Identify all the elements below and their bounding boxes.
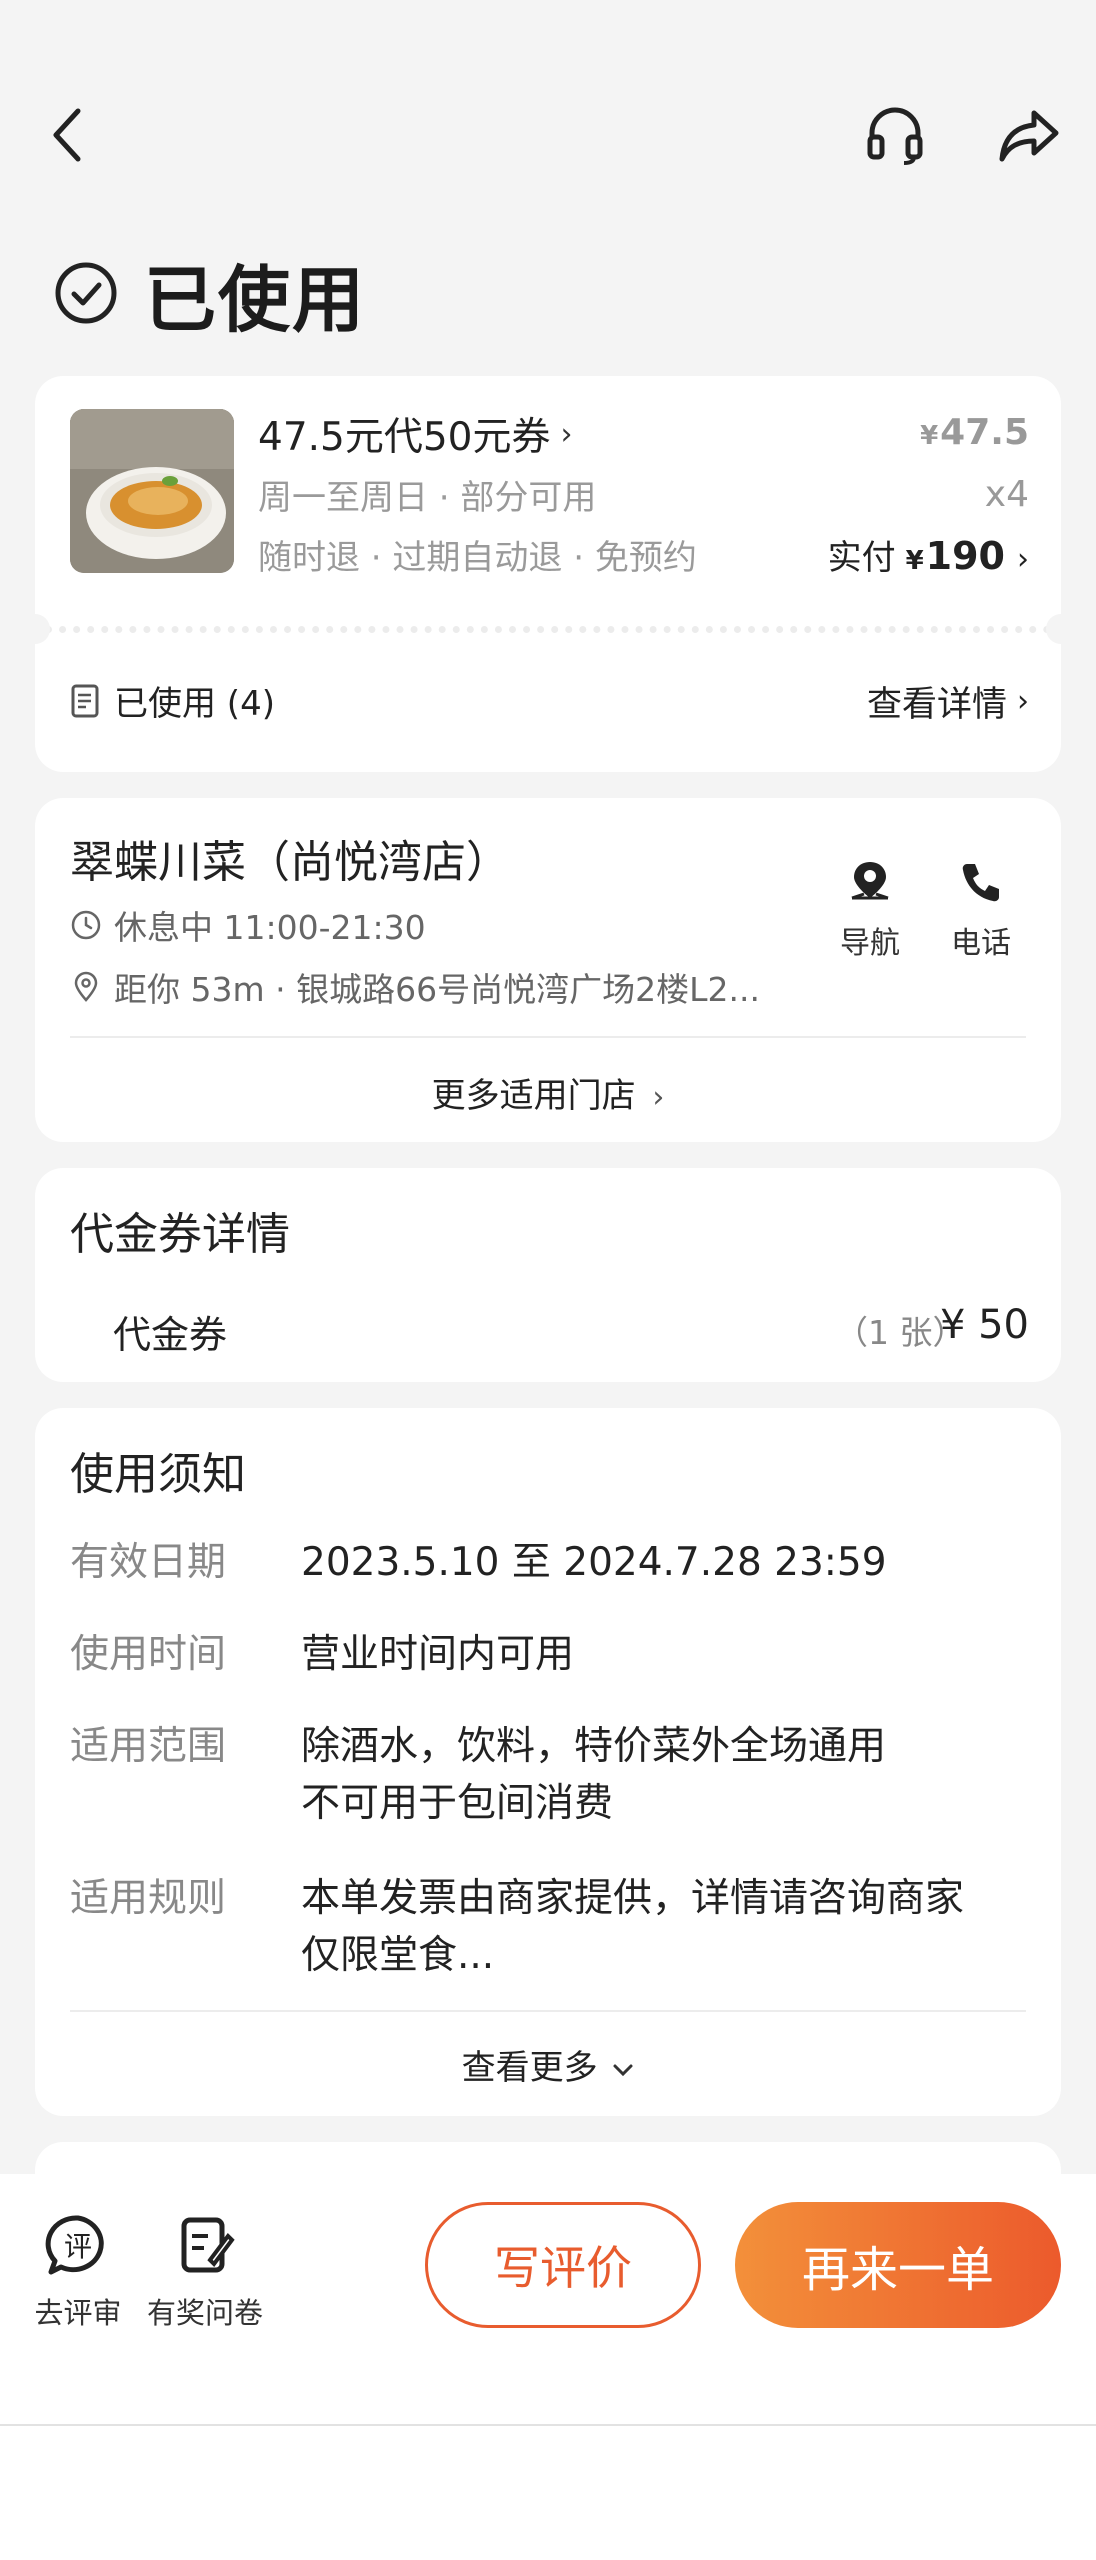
svg-text:评: 评 — [64, 2230, 92, 2263]
bottom-safe-area — [0, 2426, 1096, 2560]
paid-label: 实付 — [827, 538, 896, 578]
ticket-notch — [20, 614, 50, 644]
share-icon[interactable] — [996, 101, 1062, 167]
chevron-right-icon: › — [652, 1080, 665, 1115]
coupon-detail-card: 代金券详情 代金券 （1 张） ¥ 50 — [35, 1168, 1061, 1382]
review-entry-label: 去评审 — [34, 2296, 122, 2330]
notice-value: 不可用于包间消费 — [301, 1781, 614, 1826]
divider — [70, 1036, 1026, 1038]
price-currency: ¥ — [920, 421, 939, 451]
notice-label: 适用规则 — [70, 1876, 227, 1921]
top-bar — [0, 95, 1096, 175]
navigate-label: 导航 — [840, 926, 900, 961]
location-pin-icon — [74, 971, 98, 1002]
back-icon[interactable] — [48, 103, 88, 167]
status-title: 已使用 — [144, 257, 367, 342]
see-more-button[interactable]: 查看更多 — [35, 2040, 1061, 2089]
notice-label: 有效日期 — [70, 1540, 227, 1585]
survey-edit-icon — [181, 2217, 235, 2273]
survey-entry[interactable]: 有奖问卷 — [145, 2214, 265, 2332]
notice-value: 除酒水，饮料，特价菜外全场通用 — [301, 1724, 887, 1769]
document-icon — [71, 684, 99, 717]
chevron-right-icon: › — [1017, 542, 1029, 577]
notice-value: 2023.5.10 至 2024.7.28 23:59 — [301, 1540, 887, 1585]
section-title: 代金券详情 — [70, 1209, 290, 1260]
store-hours-text: 休息中 11:00-21:30 — [114, 908, 426, 947]
call-label: 电话 — [951, 926, 1011, 961]
chevron-right-icon: › — [1017, 684, 1029, 719]
check-circle-icon — [55, 262, 117, 324]
survey-entry-label: 有奖问卷 — [146, 2296, 263, 2330]
navigate-button[interactable]: 导航 — [820, 858, 920, 962]
navigation-icon — [851, 862, 889, 900]
write-review-button[interactable]: 写评价 — [425, 2202, 701, 2328]
store-address-text: 距你 53m · 银城路66号尚悦湾广场2楼L2... — [114, 970, 760, 1009]
bottom-action-bar: 评 去评审 有奖问卷 写评价 再来一单 — [0, 2174, 1096, 2424]
chevron-right-icon: › — [560, 416, 573, 452]
more-stores-label: 更多适用门店 — [431, 1076, 636, 1116]
notice-label: 使用时间 — [70, 1632, 227, 1677]
paid-value: 190 — [925, 534, 1005, 578]
chevron-down-icon — [613, 2064, 633, 2076]
store-card: 翠蝶川菜（尚悦湾店） 休息中 11:00-21:30 距你 53m · 银城路6… — [35, 798, 1061, 1142]
price-value: 47.5 — [940, 412, 1029, 453]
see-more-label: 查看更多 — [461, 2048, 598, 2088]
store-hours: 休息中 11:00-21:30 — [70, 901, 426, 949]
notice-label: 适用范围 — [70, 1724, 227, 1769]
unit-price: ¥47.5 — [920, 412, 1029, 453]
usage-notice-card: 使用须知 有效日期 2023.5.10 至 2024.7.28 23:59 使用… — [35, 1408, 1061, 2116]
coupon-name: 代金券 — [113, 1313, 228, 1357]
coupon-price: ¥ 50 — [939, 1302, 1029, 1348]
view-details-link[interactable]: 查看详情 › — [867, 676, 1029, 727]
view-details-label: 查看详情 — [866, 685, 1007, 725]
reorder-button[interactable]: 再来一单 — [735, 2202, 1061, 2328]
used-count: 已使用 (4) — [70, 676, 275, 725]
clock-icon — [71, 910, 101, 940]
paid-currency: ¥ — [905, 546, 924, 576]
store-address[interactable]: 距你 53m · 银城路66号尚悦湾广场2楼L2... — [70, 963, 760, 1011]
order-detail-page: 已使用 47.5元代50元券 › 周一至周日 · 部分可用 随时退 · 过期自动… — [0, 0, 1096, 2560]
store-name[interactable]: 翠蝶川菜（尚悦湾店） — [70, 826, 510, 890]
used-count-text: 已使用 (4) — [114, 684, 275, 724]
perforation-divider — [45, 626, 1051, 633]
voucher-card: 47.5元代50元券 › 周一至周日 · 部分可用 随时退 · 过期自动退 · … — [20, 376, 1076, 772]
notice-value: 营业时间内可用 — [301, 1632, 575, 1677]
call-button[interactable]: 电话 — [931, 858, 1031, 962]
order-status: 已使用 — [54, 248, 366, 342]
notice-value: 仅限堂食... — [301, 1933, 495, 1978]
voucher-title-text: 47.5元代50元券 — [258, 415, 551, 460]
more-stores-link[interactable]: 更多适用门店 › — [35, 1068, 1061, 1117]
review-bubble-icon: 评 — [45, 2215, 104, 2275]
section-title: 使用须知 — [70, 1449, 246, 1500]
review-entry[interactable]: 评 去评审 — [30, 2214, 126, 2332]
dish-image[interactable] — [70, 409, 234, 573]
voucher-title[interactable]: 47.5元代50元券 › — [258, 406, 572, 462]
headset-icon[interactable] — [862, 101, 928, 167]
notice-value: 本单发票由商家提供，详情请咨询商家 — [301, 1876, 965, 1921]
phone-icon — [962, 864, 999, 902]
voucher-availability: 周一至周日 · 部分可用 — [258, 478, 597, 518]
ticket-notch — [1046, 614, 1076, 644]
quantity: x4 — [984, 474, 1029, 515]
divider — [70, 2010, 1026, 2012]
voucher-policy: 随时退 · 过期自动退 · 免预约 — [258, 538, 697, 578]
paid-amount-link[interactable]: 实付 ¥ 190 › — [828, 530, 1029, 579]
